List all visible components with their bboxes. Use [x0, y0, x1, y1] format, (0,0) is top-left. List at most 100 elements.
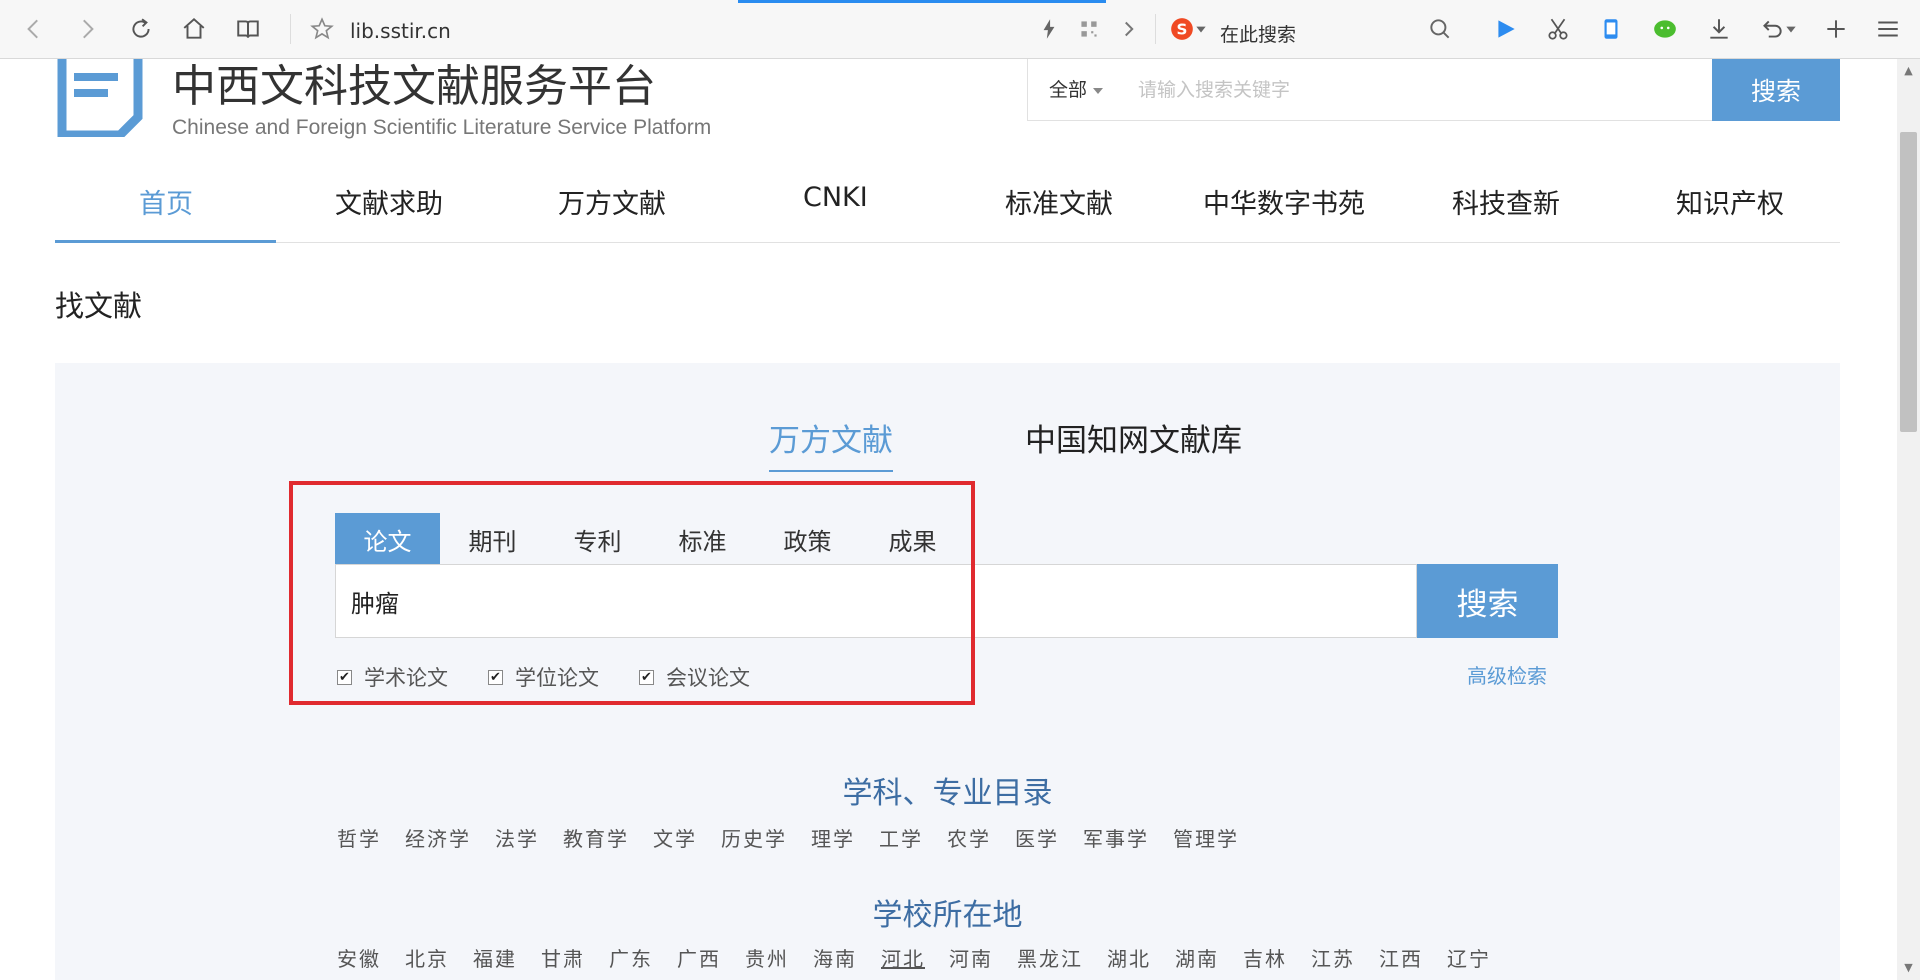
search-icon[interactable] [1426, 15, 1454, 43]
location-link[interactable]: 北京 [405, 943, 449, 972]
search-scope-select[interactable]: 全部 [1049, 75, 1104, 102]
type-tab-achievement[interactable]: 成果 [860, 513, 965, 565]
new-tab-plus-icon[interactable] [1822, 15, 1850, 43]
type-tab-patent[interactable]: 专利 [545, 513, 650, 565]
location-link[interactable]: 广东 [609, 943, 653, 972]
literature-search-input[interactable]: 肿瘤 [335, 564, 1417, 638]
undo-icon[interactable] [1758, 15, 1786, 43]
nav-active-underline [55, 240, 276, 243]
subject-link[interactable]: 经济学 [405, 823, 471, 852]
scroll-up-icon[interactable]: ▲ [1900, 63, 1917, 79]
literature-search-button[interactable]: 搜索 [1417, 564, 1558, 638]
tab-cnki-library[interactable]: 中国知网文献库 [1025, 415, 1242, 470]
menu-icon[interactable] [1874, 15, 1902, 43]
back-icon[interactable] [20, 15, 48, 43]
subject-link[interactable]: 医学 [1015, 823, 1059, 852]
checkbox-academic-paper[interactable]: ✔ 学术论文 [337, 662, 448, 692]
main-nav: 首页 文献求助 万方文献 CNKI 标准文献 中华数字书苑 科技查新 知识产权 [55, 160, 1840, 243]
literature-search-panel: 万方文献 中国知网文献库 论文 期刊 专利 标准 政策 成果 肿瘤 搜索 ✔ 学术… [55, 363, 1840, 980]
nav-item-novelty-search[interactable]: 科技查新 [1452, 182, 1560, 221]
nav-item-home[interactable]: 首页 [139, 182, 193, 221]
scissors-icon[interactable] [1544, 15, 1572, 43]
location-link[interactable]: 吉林 [1243, 943, 1287, 972]
page-load-progress [738, 0, 1106, 3]
checkbox-checked-icon[interactable]: ✔ [337, 669, 352, 685]
header-search-button[interactable]: 搜索 [1712, 59, 1840, 121]
nav-item-wanfang[interactable]: 万方文献 [558, 182, 666, 221]
location-link-list: 安徽 北京 福建 甘肃 广东 广西 贵州 海南 河北 河南 黑龙江 湖北 湖南 吉林 江苏 江西 辽宁 [337, 943, 1515, 972]
checkbox-degree-thesis[interactable]: ✔ 学位论文 [488, 662, 599, 692]
subject-link[interactable]: 法学 [495, 823, 539, 852]
location-link[interactable]: 福建 [473, 943, 517, 972]
subject-catalog-heading: 学科、专业目录 [842, 776, 1053, 811]
subject-link[interactable]: 历史学 [721, 823, 787, 852]
lightning-icon[interactable] [1035, 15, 1063, 43]
address-bar-url[interactable]: lib.sstir.cn [350, 19, 451, 43]
subject-link[interactable]: 管理学 [1173, 823, 1239, 852]
browser-search-input[interactable]: 在此搜索 [1220, 20, 1296, 47]
checkbox-conference-paper[interactable]: ✔ 会议论文 [639, 662, 750, 692]
subject-link[interactable]: 工学 [879, 823, 923, 852]
toolbar-separator [1155, 14, 1156, 44]
wechat-icon[interactable] [1651, 15, 1679, 43]
location-link[interactable]: 甘肃 [541, 943, 585, 972]
tab-wanfang[interactable]: 万方文献 [769, 415, 893, 472]
subject-link[interactable]: 理学 [811, 823, 855, 852]
chevron-down-icon[interactable] [1784, 15, 1798, 43]
location-link[interactable]: 广西 [677, 943, 721, 972]
type-tab-thesis[interactable]: 论文 [335, 513, 440, 565]
checkbox-label: 学位论文 [515, 666, 599, 690]
home-icon[interactable] [180, 15, 208, 43]
nav-item-standards[interactable]: 标准文献 [1005, 182, 1113, 221]
advanced-search-link[interactable]: 高级检索 [1467, 660, 1547, 689]
subject-link[interactable]: 农学 [947, 823, 991, 852]
location-link[interactable]: 河南 [949, 943, 993, 972]
checkbox-label: 学术论文 [364, 666, 448, 690]
location-link[interactable]: 河北 [881, 943, 925, 972]
qr-code-icon[interactable] [1075, 15, 1103, 43]
site-title: 中西文科技文献服务平台 [172, 61, 656, 112]
location-link[interactable]: 湖北 [1107, 943, 1151, 972]
mobile-icon[interactable] [1597, 15, 1625, 43]
scroll-down-icon[interactable]: ▼ [1900, 960, 1917, 976]
svg-text:S: S [1177, 20, 1188, 38]
subject-link[interactable]: 哲学 [337, 823, 381, 852]
scrollbar-thumb[interactable] [1900, 132, 1917, 432]
section-heading: 找文献 [55, 289, 143, 323]
site-logo[interactable] [54, 59, 146, 137]
type-tab-standard[interactable]: 标准 [650, 513, 755, 565]
nav-item-digital-books[interactable]: 中华数字书苑 [1203, 182, 1365, 221]
chevron-down-icon[interactable] [1194, 15, 1208, 43]
location-link[interactable]: 湖南 [1175, 943, 1219, 972]
type-tab-journal[interactable]: 期刊 [440, 513, 545, 565]
subject-link[interactable]: 军事学 [1083, 823, 1149, 852]
reload-icon[interactable] [127, 15, 155, 43]
checkbox-checked-icon[interactable]: ✔ [488, 669, 503, 685]
search-scope-label: 全部 [1049, 79, 1088, 101]
star-icon[interactable] [308, 15, 336, 43]
type-tab-policy[interactable]: 政策 [755, 513, 860, 565]
caret-down-icon [1093, 87, 1104, 94]
nav-item-cnki[interactable]: CNKI [803, 182, 868, 213]
location-link[interactable]: 江西 [1379, 943, 1423, 972]
location-link[interactable]: 辽宁 [1447, 943, 1491, 972]
header-search-input[interactable]: 请输入搜索关键字 [1138, 75, 1290, 102]
sogou-search-icon[interactable]: S [1168, 15, 1196, 43]
forward-icon[interactable] [73, 15, 101, 43]
location-link[interactable]: 江苏 [1311, 943, 1355, 972]
checkbox-checked-icon[interactable]: ✔ [639, 669, 654, 685]
site-subtitle: Chinese and Foreign Scientific Literatur… [172, 116, 712, 139]
nav-item-ip[interactable]: 知识产权 [1676, 182, 1784, 221]
nav-item-document-request[interactable]: 文献求助 [335, 182, 443, 221]
location-link[interactable]: 贵州 [745, 943, 789, 972]
subject-link[interactable]: 教育学 [563, 823, 629, 852]
download-icon[interactable] [1705, 15, 1733, 43]
chevron-right-icon[interactable] [1115, 15, 1143, 43]
video-play-icon[interactable] [1492, 15, 1520, 43]
location-link[interactable]: 安徽 [337, 943, 381, 972]
subject-link-list: 哲学 经济学 法学 教育学 文学 历史学 理学 工学 农学 医学 军事学 管理学 [337, 823, 1263, 852]
location-link[interactable]: 海南 [813, 943, 857, 972]
subject-link[interactable]: 文学 [653, 823, 697, 852]
reader-icon[interactable] [234, 15, 262, 43]
location-link[interactable]: 黑龙江 [1017, 943, 1083, 972]
